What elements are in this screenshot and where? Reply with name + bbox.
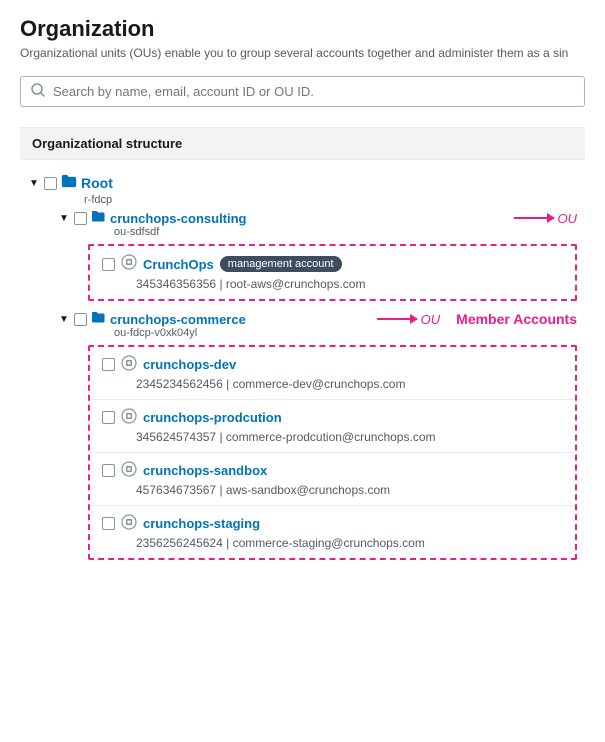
account-staging-email: commerce-staging@crunchops.com — [233, 536, 425, 550]
account-prodcution-name[interactable]: crunchops-prodcution — [143, 410, 282, 425]
root-label[interactable]: Root — [81, 175, 113, 191]
ou-consulting-chevron[interactable]: ▼ — [58, 213, 70, 224]
section-header: Organizational structure — [20, 127, 585, 160]
ou-commerce-chevron[interactable]: ▼ — [58, 314, 70, 325]
ou-consulting-id: ou-sdfsdf — [58, 226, 577, 238]
tree-container: ▼ Root r-fdcp ▼ — [20, 160, 585, 578]
root-folder-icon — [61, 174, 77, 192]
page-description: Organizational units (OUs) enable you to… — [20, 46, 585, 60]
account-staging-id: 2356256245624 — [136, 536, 223, 550]
annotation-arrow-2 — [377, 318, 417, 320]
account-sandbox-checkbox[interactable] — [102, 464, 115, 477]
account-crunchops-email: root-aws@crunchops.com — [226, 277, 366, 291]
ou-commerce-annotation: OU — [377, 312, 441, 327]
account-sandbox: crunchops-sandbox 457634673567 | aws-san… — [90, 453, 575, 506]
ou-commerce-checkbox[interactable] — [74, 313, 87, 326]
account-prodcution-details: 345624574357 | commerce-prodcution@crunc… — [102, 430, 563, 444]
ou-commerce-annotation-wrap: OU Member Accounts — [369, 311, 577, 327]
root-chevron[interactable]: ▼ — [28, 178, 40, 189]
account-dev-icon — [121, 355, 137, 374]
ou-commerce-row-wrap: ▼ crunchops-commerce OU — [58, 311, 577, 327]
account-crunchops-id: 345346356356 — [136, 277, 216, 291]
management-badge: management account — [220, 256, 342, 272]
account-staging-icon — [121, 514, 137, 533]
account-prodcution-checkbox[interactable] — [102, 411, 115, 424]
ou-commerce-folder-icon — [91, 311, 106, 327]
account-dev-details: 2345234562456 | commerce-dev@crunchops.c… — [102, 377, 563, 391]
account-dev-id: 2345234562456 — [136, 377, 223, 391]
account-staging: crunchops-staging 2356256245624 | commer… — [90, 506, 575, 558]
ou-commerce-id: ou-fdcp-v0xk04yl — [58, 327, 577, 339]
root-checkbox[interactable] — [44, 177, 57, 190]
search-bar — [20, 76, 585, 107]
ou-consulting-label[interactable]: crunchops-consulting — [110, 211, 247, 226]
root-id: r-fdcp — [28, 194, 577, 206]
account-crunchops-row: CrunchOps management account — [102, 254, 563, 274]
ou-consulting-left: ▼ crunchops-consulting — [58, 210, 247, 226]
account-sandbox-row: crunchops-sandbox — [102, 461, 563, 480]
account-crunchops-icon — [121, 254, 137, 274]
account-prodcution: crunchops-prodcution 345624574357 | comm… — [90, 400, 575, 453]
page-container: Organization Organizational units (OUs) … — [0, 0, 605, 594]
root-node: ▼ Root r-fdcp ▼ — [28, 172, 577, 560]
account-staging-name[interactable]: crunchops-staging — [143, 516, 260, 531]
search-input[interactable] — [53, 84, 574, 99]
account-crunchops-details: 345346356356 | root-aws@crunchops.com — [102, 277, 563, 291]
account-prodcution-icon — [121, 408, 137, 427]
annotation-arrow-1 — [514, 217, 554, 219]
ou-consulting-row-wrap: ▼ crunchops-consulting OU — [58, 210, 577, 226]
search-icon — [31, 83, 45, 100]
root-row: ▼ Root — [28, 172, 577, 194]
account-staging-checkbox[interactable] — [102, 517, 115, 530]
account-dev-checkbox[interactable] — [102, 358, 115, 371]
account-sandbox-name[interactable]: crunchops-sandbox — [143, 463, 267, 478]
account-dev-row: crunchops-dev — [102, 355, 563, 374]
ou-consulting-container: ▼ crunchops-consulting OU — [58, 210, 577, 301]
account-staging-row: crunchops-staging — [102, 514, 563, 533]
ou-commerce-label[interactable]: crunchops-commerce — [110, 312, 246, 327]
account-prodcution-row: crunchops-prodcution — [102, 408, 563, 427]
account-crunchops-name[interactable]: CrunchOps — [143, 257, 214, 272]
ou-commerce-left: ▼ crunchops-commerce — [58, 311, 246, 327]
page-title: Organization — [20, 16, 585, 42]
annotation-text-1: OU — [558, 211, 578, 226]
ou-consulting-annotation: OU — [514, 211, 578, 226]
account-prodcution-email: commerce-prodcution@crunchops.com — [226, 430, 436, 444]
account-sandbox-icon — [121, 461, 137, 480]
account-sandbox-id: 457634673567 — [136, 483, 216, 497]
ou-commerce-container: ▼ crunchops-commerce OU — [58, 311, 577, 560]
account-prodcution-id: 345624574357 — [136, 430, 216, 444]
member-accounts-label: Member Accounts — [456, 311, 577, 327]
account-dev-email: commerce-dev@crunchops.com — [233, 377, 406, 391]
ou-consulting-checkbox[interactable] — [74, 212, 87, 225]
annotation-text-2: OU — [421, 312, 441, 327]
commerce-accounts-box: crunchops-dev 2345234562456 | commerce-d… — [88, 345, 577, 560]
account-crunchops-checkbox[interactable] — [102, 258, 115, 271]
account-sandbox-email: aws-sandbox@crunchops.com — [226, 483, 390, 497]
account-crunchops: CrunchOps management account 34534635635… — [90, 246, 575, 299]
consulting-accounts-box: CrunchOps management account 34534635635… — [88, 244, 577, 301]
account-dev-name[interactable]: crunchops-dev — [143, 357, 236, 372]
account-staging-details: 2356256245624 | commerce-staging@cruncho… — [102, 536, 563, 550]
account-dev: crunchops-dev 2345234562456 | commerce-d… — [90, 347, 575, 400]
ou-consulting-folder-icon — [91, 210, 106, 226]
account-sandbox-details: 457634673567 | aws-sandbox@crunchops.com — [102, 483, 563, 497]
